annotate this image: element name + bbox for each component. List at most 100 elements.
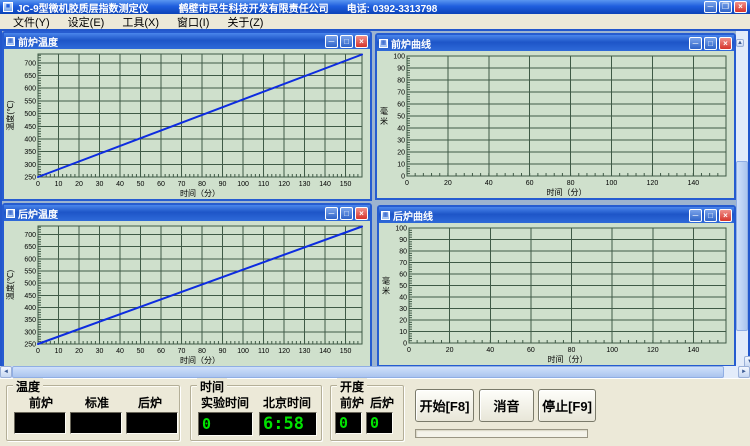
company-name: 鹤壁市民生科技开发有限责任公司 <box>179 0 329 15</box>
svg-text:600: 600 <box>24 86 36 93</box>
svg-text:80: 80 <box>399 249 407 256</box>
window-title: JC-9型微机胶质层指数测定仪 <box>17 0 149 15</box>
child-minimize-button[interactable]: ─ <box>325 35 338 48</box>
svg-text:时间（分）: 时间（分） <box>547 187 587 197</box>
label-standard: 标准 <box>85 394 109 411</box>
svg-text:时间（分）: 时间（分） <box>180 188 220 198</box>
svg-text:120: 120 <box>278 181 290 188</box>
progress-bar <box>415 429 588 438</box>
child-close-button[interactable]: × <box>719 37 732 50</box>
menu-item-file[interactable]: 文件(Y) <box>4 14 59 30</box>
svg-text:50: 50 <box>397 114 405 121</box>
child-window-front-curve: ▦ 前炉曲线 ─ □ × 020406080100120140010203040… <box>375 33 736 200</box>
app-icon: ■ <box>3 2 13 12</box>
svg-text:50: 50 <box>137 348 145 355</box>
svg-text:时间（分）: 时间（分） <box>548 354 588 364</box>
display-front-temp <box>14 412 66 434</box>
child-maximize-button[interactable]: □ <box>704 37 717 50</box>
svg-text:70: 70 <box>397 90 405 97</box>
svg-text:40: 40 <box>397 126 405 133</box>
chart-canvas-front-temp: 0102030405060708090100110120130140150250… <box>4 49 370 199</box>
label-rear-furnace: 后炉 <box>138 394 162 411</box>
window-frame-left <box>0 31 2 368</box>
child-close-button[interactable]: × <box>355 207 368 220</box>
menu-item-tools[interactable]: 工具(X) <box>113 14 168 30</box>
restore-button[interactable]: ❐ <box>719 1 732 13</box>
chart-canvas-rear-temp: 0102030405060708090100110120130140150250… <box>4 221 370 366</box>
horizontal-scrollbar-thumb[interactable] <box>12 366 724 378</box>
svg-text:0: 0 <box>36 181 40 188</box>
svg-text:130: 130 <box>299 181 311 188</box>
svg-text:70: 70 <box>178 348 186 355</box>
svg-text:90: 90 <box>219 348 227 355</box>
svg-text:450: 450 <box>24 293 36 300</box>
horizontal-scrollbar-track[interactable] <box>12 366 738 378</box>
child-titlebar-rear-curve[interactable]: ▦ 后炉曲线 ─ □ × <box>379 207 734 223</box>
svg-text:130: 130 <box>299 348 311 355</box>
menu-item-about[interactable]: 关于(Z) <box>218 14 272 30</box>
svg-text:70: 70 <box>178 181 186 188</box>
child-maximize-button[interactable]: □ <box>704 209 717 222</box>
scroll-left-icon[interactable]: ◄ <box>0 366 12 378</box>
vertical-scrollbar-thumb[interactable] <box>736 161 748 331</box>
scroll-right-icon[interactable]: ► <box>738 366 750 378</box>
child-minimize-button[interactable]: ─ <box>689 209 702 222</box>
child-minimize-button[interactable]: ─ <box>325 207 338 220</box>
stop-button[interactable]: 停止[F9] <box>538 389 596 422</box>
svg-text:50: 50 <box>137 181 145 188</box>
display-rear-temp <box>126 412 178 434</box>
child-maximize-button[interactable]: □ <box>340 35 353 48</box>
svg-text:140: 140 <box>319 348 331 355</box>
child-close-button[interactable]: × <box>719 209 732 222</box>
svg-text:30: 30 <box>96 348 104 355</box>
svg-text:60: 60 <box>399 272 407 279</box>
mute-button[interactable]: 消音 <box>479 389 534 422</box>
display-beijing-time: 6:58 <box>259 412 317 436</box>
group-temperature: 温度 前炉 标准 后炉 <box>6 385 180 441</box>
svg-text:120: 120 <box>278 348 290 355</box>
minimize-button[interactable]: ─ <box>704 1 717 13</box>
svg-text:500: 500 <box>24 111 36 118</box>
svg-text:毫: 毫 <box>382 276 390 286</box>
phone-number: 电话: 0392-3313798 <box>347 0 438 15</box>
mdi-area: ▦ 前炉温度 ─ □ × 010203040506070809010011012… <box>0 29 750 378</box>
svg-text:100: 100 <box>237 181 249 188</box>
svg-text:0: 0 <box>401 174 405 181</box>
child-titlebar-rear-temp[interactable]: ▦ 后炉温度 ─ □ × <box>4 205 370 221</box>
app-window: ■ JC-9型微机胶质层指数测定仪 鹤壁市民生科技开发有限责任公司 电话: 03… <box>0 0 750 446</box>
child-titlebar-front-temp[interactable]: ▦ 前炉温度 ─ □ × <box>4 33 370 49</box>
chart-canvas-rear-curve: 0204060801001201400102030405060708090100… <box>379 223 734 365</box>
group-time-title: 时间 <box>197 378 227 395</box>
svg-text:80: 80 <box>198 181 206 188</box>
menu-item-window[interactable]: 窗口(I) <box>168 14 218 30</box>
child-titlebar-front-curve[interactable]: ▦ 前炉曲线 ─ □ × <box>377 35 734 51</box>
svg-text:10: 10 <box>55 348 63 355</box>
svg-text:60: 60 <box>157 348 165 355</box>
svg-text:50: 50 <box>399 283 407 290</box>
svg-text:250: 250 <box>24 342 36 349</box>
svg-text:100: 100 <box>395 226 407 233</box>
start-button[interactable]: 开始[F8] <box>415 389 474 422</box>
svg-text:90: 90 <box>219 181 227 188</box>
svg-text:550: 550 <box>24 269 36 276</box>
horizontal-scrollbar[interactable]: ◄ ► <box>0 366 750 378</box>
vertical-scrollbar[interactable]: ▲ ▼ <box>736 31 748 368</box>
svg-text:10: 10 <box>55 181 63 188</box>
svg-text:250: 250 <box>24 175 36 182</box>
menu-item-settings[interactable]: 设定(E) <box>59 14 114 30</box>
child-minimize-button[interactable]: ─ <box>689 37 702 50</box>
chart-window-icon: ▦ <box>6 37 15 46</box>
child-maximize-button[interactable]: □ <box>340 207 353 220</box>
svg-text:400: 400 <box>24 305 36 312</box>
close-button[interactable]: × <box>734 1 747 13</box>
svg-text:80: 80 <box>568 347 576 354</box>
display-standard-temp <box>70 412 122 434</box>
svg-text:150: 150 <box>340 348 352 355</box>
svg-text:40: 40 <box>485 180 493 187</box>
svg-text:0: 0 <box>405 180 409 187</box>
svg-text:140: 140 <box>319 181 331 188</box>
svg-text:时间（分）: 时间（分） <box>180 355 220 365</box>
child-window-title: 后炉温度 <box>18 206 58 221</box>
child-close-button[interactable]: × <box>355 35 368 48</box>
scroll-up-icon[interactable]: ▲ <box>736 39 744 47</box>
